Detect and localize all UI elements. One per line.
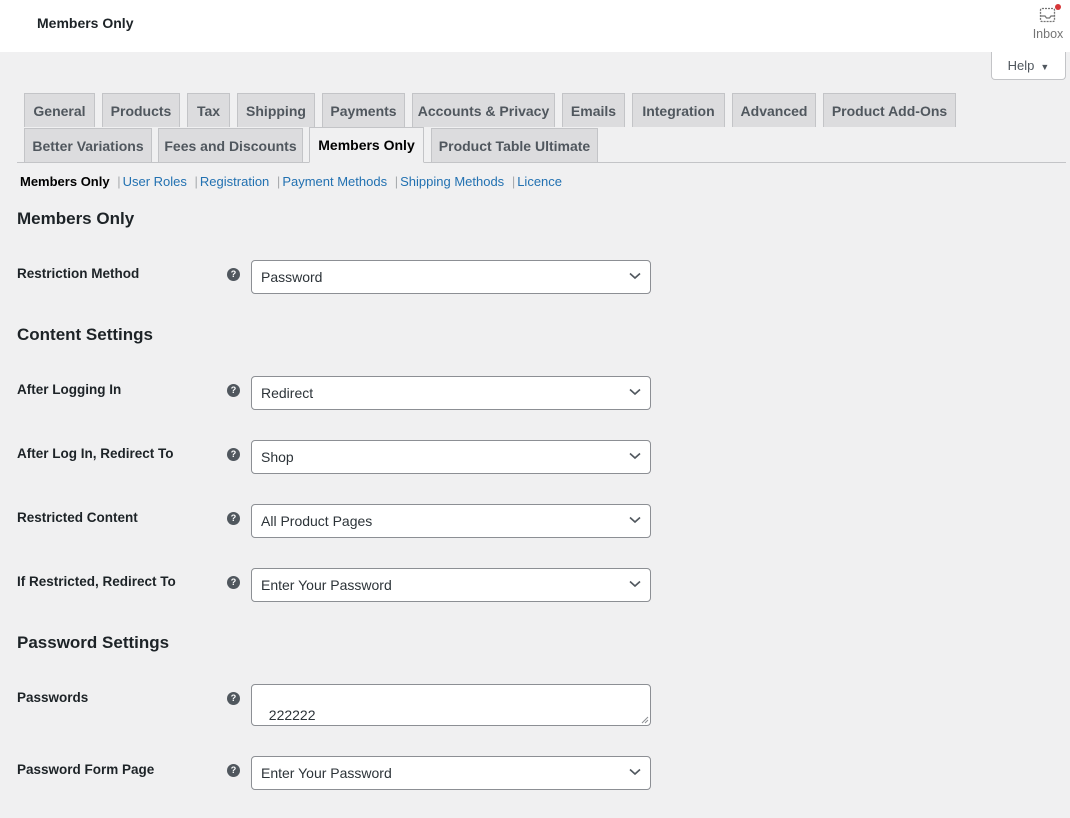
tab-emails[interactable]: Emails — [562, 93, 625, 127]
top-bar: Members Only Inbox — [0, 0, 1070, 52]
subnav-licence[interactable]: Licence — [517, 174, 562, 189]
if-restricted-redirect-label: If Restricted, Redirect To — [17, 574, 176, 589]
passwords-label: Passwords — [17, 690, 89, 705]
after-logging-in-label: After Logging In — [17, 382, 122, 397]
tab-tax[interactable]: Tax — [187, 93, 230, 127]
password-form-page-label: Password Form Page — [17, 762, 155, 777]
tab-members-only[interactable]: Members Only — [309, 127, 424, 163]
inbox-button[interactable]: Inbox — [1028, 4, 1068, 41]
help-tip-icon[interactable]: ? — [227, 692, 240, 705]
password-form-page-value: Enter Your Password — [261, 765, 392, 781]
inbox-label: Inbox — [1032, 27, 1064, 41]
subnav-shipping-methods[interactable]: Shipping Methods — [400, 174, 504, 189]
restriction-method-label: Restriction Method — [17, 266, 140, 281]
after-login-redirect-select[interactable]: Shop — [251, 440, 651, 474]
help-tip-icon[interactable]: ? — [227, 764, 240, 777]
help-tip-icon[interactable]: ? — [227, 512, 240, 525]
if-restricted-redirect-select[interactable]: Enter Your Password — [251, 568, 651, 602]
subnav-user-roles[interactable]: User Roles — [123, 174, 187, 189]
tab-products[interactable]: Products — [102, 93, 180, 127]
chevron-down-icon — [629, 272, 641, 280]
help-button[interactable]: Help ▼ — [991, 52, 1066, 80]
chevron-down-icon — [629, 768, 641, 776]
caret-down-icon: ▼ — [1040, 62, 1050, 72]
tab-better-variations[interactable]: Better Variations — [24, 128, 152, 162]
tab-shipping[interactable]: Shipping — [237, 93, 315, 127]
inbox-icon — [1039, 4, 1061, 24]
help-tip-icon[interactable]: ? — [227, 384, 240, 397]
chevron-down-icon — [629, 580, 641, 588]
restricted-content-label: Restricted Content — [17, 510, 138, 525]
passwords-textarea[interactable]: 222222 232232 — [251, 684, 651, 726]
tab-integration[interactable]: Integration — [632, 93, 725, 127]
section-heading-content-settings: Content Settings — [17, 325, 153, 344]
notification-dot — [1055, 4, 1061, 10]
section-subnav: Members Only | User Roles | Registration |… — [20, 174, 563, 189]
after-login-redirect-label: After Log In, Redirect To — [17, 446, 174, 461]
help-tip-icon[interactable]: ? — [227, 576, 240, 589]
tab-payments[interactable]: Payments — [322, 93, 405, 127]
subnav-current: Members Only — [20, 174, 110, 189]
tab-product-table-ultimate[interactable]: Product Table Ultimate — [431, 128, 598, 162]
after-logging-in-select[interactable]: Redirect — [251, 376, 651, 410]
chevron-down-icon — [629, 516, 641, 524]
subnav-payment-methods[interactable]: Payment Methods — [282, 174, 387, 189]
if-restricted-redirect-value: Enter Your Password — [261, 577, 392, 593]
tab-advanced[interactable]: Advanced — [732, 93, 816, 127]
help-tip-icon[interactable]: ? — [227, 448, 240, 461]
chevron-down-icon — [629, 452, 641, 460]
restriction-method-value: Password — [261, 269, 323, 285]
subnav-registration[interactable]: Registration — [200, 174, 269, 189]
restricted-content-value: All Product Pages — [261, 513, 373, 529]
after-login-redirect-value: Shop — [261, 449, 294, 465]
section-heading-members-only: Members Only — [17, 209, 135, 228]
help-label: Help — [1007, 58, 1035, 73]
resize-handle-icon[interactable] — [641, 716, 649, 724]
page-title: Members Only — [37, 15, 134, 31]
passwords-value: 222222 232232 — [268, 707, 316, 723]
help-tip-icon[interactable]: ? — [227, 268, 240, 281]
section-heading-password-settings: Password Settings — [17, 633, 170, 652]
tab-product-add-ons[interactable]: Product Add-Ons — [823, 93, 956, 127]
restriction-method-select[interactable]: Password — [251, 260, 651, 294]
tab-general[interactable]: General — [24, 93, 95, 127]
tab-fees-and-discounts[interactable]: Fees and Discounts — [158, 128, 303, 162]
restricted-content-select[interactable]: All Product Pages — [251, 504, 651, 538]
chevron-down-icon — [629, 388, 641, 396]
tab-accounts-privacy[interactable]: Accounts & Privacy — [412, 93, 555, 127]
password-form-page-select[interactable]: Enter Your Password — [251, 756, 651, 790]
tabs-divider — [17, 162, 1066, 163]
after-logging-in-value: Redirect — [261, 385, 314, 401]
